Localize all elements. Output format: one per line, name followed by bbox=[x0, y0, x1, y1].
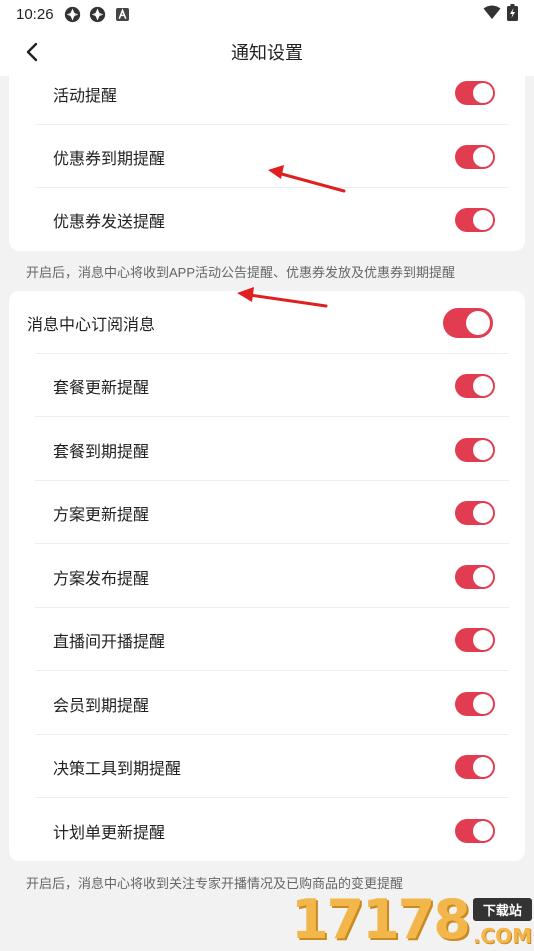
wifi-icon bbox=[483, 5, 501, 24]
toggle-plan-list-update-reminder[interactable] bbox=[455, 819, 495, 843]
setting-label: 方案发布提醒 bbox=[53, 565, 149, 589]
toggle-package-update-reminder[interactable] bbox=[455, 374, 495, 398]
setting-row-plan-list-update: 计划单更新提醒 bbox=[9, 799, 525, 862]
setting-label: 优惠券发送提醒 bbox=[53, 208, 165, 232]
setting-row-package-update: 套餐更新提醒 bbox=[9, 354, 525, 417]
status-time: 10:26 bbox=[16, 6, 54, 23]
setting-row-coupon-expire: 优惠券到期提醒 bbox=[9, 125, 525, 188]
setting-label: 计划单更新提醒 bbox=[53, 819, 165, 843]
font-a-icon bbox=[114, 5, 132, 23]
setting-row-plan-publish: 方案发布提醒 bbox=[9, 545, 525, 608]
toggle-member-expire-reminder[interactable] bbox=[455, 692, 495, 716]
chevron-left-icon bbox=[25, 42, 39, 62]
watermark-suffix: .COM bbox=[473, 924, 532, 948]
watermark-digits: 17178 bbox=[291, 892, 469, 948]
toggle-subscription-master[interactable] bbox=[443, 308, 493, 338]
setting-row-coupon-send: 优惠券发送提醒 bbox=[9, 188, 525, 251]
subscription-settings-card: 消息中心订阅消息 套餐更新提醒 套餐到期提醒 方案更新提醒 方案发布提醒 直播间… bbox=[9, 291, 525, 861]
setting-label: 会员到期提醒 bbox=[53, 692, 149, 716]
setting-row-decision-tool-expire: 决策工具到期提醒 bbox=[9, 735, 525, 798]
toggle-decision-tool-expire-reminder[interactable] bbox=[455, 755, 495, 779]
setting-row-subscription-master: 消息中心订阅消息 bbox=[9, 291, 525, 354]
setting-label: 套餐更新提醒 bbox=[53, 374, 149, 398]
toggle-coupon-expire-reminder[interactable] bbox=[455, 145, 495, 169]
aperture-icon bbox=[64, 5, 82, 23]
row-divider bbox=[35, 416, 509, 417]
toggle-live-start-reminder[interactable] bbox=[455, 628, 495, 652]
aperture-icon bbox=[89, 5, 107, 23]
setting-label: 活动提醒 bbox=[53, 82, 117, 106]
toggle-package-expire-reminder[interactable] bbox=[455, 438, 495, 462]
setting-label: 直播间开播提醒 bbox=[53, 628, 165, 652]
setting-label: 方案更新提醒 bbox=[53, 501, 149, 525]
status-bar: 10:26 bbox=[0, 0, 534, 28]
toggle-coupon-send-reminder[interactable] bbox=[455, 208, 495, 232]
row-divider bbox=[35, 670, 509, 671]
row-divider bbox=[35, 543, 509, 544]
setting-row-activity: 活动提醒 bbox=[9, 62, 525, 125]
site-watermark-logo: 17178 下载站 .COM bbox=[302, 888, 532, 948]
watermark-tag: 下载站 bbox=[473, 898, 532, 921]
setting-label: 优惠券到期提醒 bbox=[53, 145, 165, 169]
toggle-plan-update-reminder[interactable] bbox=[455, 501, 495, 525]
setting-label: 套餐到期提醒 bbox=[53, 438, 149, 462]
toggle-activity-reminder[interactable] bbox=[455, 81, 495, 105]
row-divider bbox=[35, 797, 509, 798]
activity-settings-card: 活动提醒 优惠券到期提醒 优惠券发送提醒 bbox=[9, 62, 525, 251]
setting-row-live-start: 直播间开播提醒 bbox=[9, 608, 525, 671]
back-button[interactable] bbox=[20, 40, 44, 64]
setting-row-package-expire: 套餐到期提醒 bbox=[9, 418, 525, 481]
battery-charging-icon bbox=[507, 4, 518, 25]
setting-row-member-expire: 会员到期提醒 bbox=[9, 672, 525, 735]
setting-row-plan-update: 方案更新提醒 bbox=[9, 481, 525, 544]
activity-section-note: 开启后，消息中心将收到APP活动公告提醒、优惠券发放及优惠券到期提醒 bbox=[26, 262, 455, 281]
toggle-plan-publish-reminder[interactable] bbox=[455, 565, 495, 589]
setting-label: 消息中心订阅消息 bbox=[27, 311, 155, 335]
setting-label: 决策工具到期提醒 bbox=[53, 755, 181, 779]
